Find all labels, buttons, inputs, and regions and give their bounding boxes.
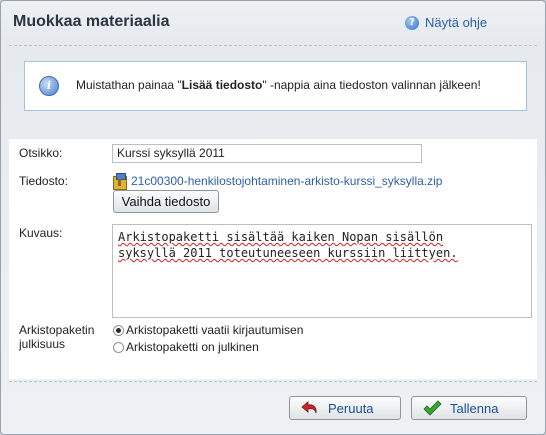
radio-public[interactable]: Arkistopaketti on julkinen [113, 340, 259, 354]
checkmark-icon [423, 400, 442, 416]
title-label: Otsikko: [19, 146, 63, 160]
dialog-title: Muokkaa materiaalia [13, 13, 170, 30]
zip-file-icon [113, 173, 127, 190]
attached-file-link[interactable]: 21c00300-henkilostojohtaminen-arkisto-ku… [113, 173, 443, 190]
radio-requires-login[interactable]: Arkistopaketti vaatii kirjautumisen [113, 323, 303, 337]
radio-button-checked[interactable] [113, 324, 124, 336]
change-file-button[interactable]: Vaihda tiedosto [113, 190, 219, 213]
title-input[interactable]: Kurssi syksyllä 2011 [112, 144, 422, 163]
info-icon: i [39, 76, 59, 96]
undo-arrow-icon [301, 401, 317, 414]
edit-material-dialog: Muokkaa materiaalia ? Näytä ohje i Muist… [0, 0, 546, 435]
description-label: Kuvaus: [19, 226, 63, 240]
material-form: Otsikko: Kurssi syksyllä 2011 Tiedosto: … [9, 139, 537, 379]
show-help-link[interactable]: ? Näytä ohje [405, 15, 487, 30]
cancel-button[interactable]: Peruuta [289, 396, 401, 420]
save-label: Tallenna [450, 400, 499, 416]
description-textarea[interactable]: Arkistopaketti sisältää kaiken Nopan sis… [112, 224, 532, 318]
dialog-titlebar: Muokkaa materiaalia ? Näytä ohje [1, 1, 545, 45]
notice-text: Muistathan painaa "Lisää tiedosto" -napp… [76, 78, 481, 92]
notice-box: i Muistathan painaa "Lisää tiedosto" -na… [24, 61, 527, 111]
save-button[interactable]: Tallenna [411, 396, 527, 420]
radio-label-requires-login: Arkistopaketti vaatii kirjautumisen [126, 323, 304, 337]
file-name: 21c00300-henkilostojohtaminen-arkisto-ku… [131, 174, 443, 188]
show-help-label: Näytä ohje [425, 15, 488, 30]
radio-label-public: Arkistopaketti on julkinen [126, 340, 259, 354]
cancel-label: Peruuta [328, 400, 374, 416]
help-icon: ? [405, 15, 419, 30]
publicity-label: Arkistopaketin julkisuus [19, 323, 95, 351]
file-label: Tiedosto: [19, 174, 68, 188]
radio-button-unchecked[interactable] [113, 341, 124, 353]
